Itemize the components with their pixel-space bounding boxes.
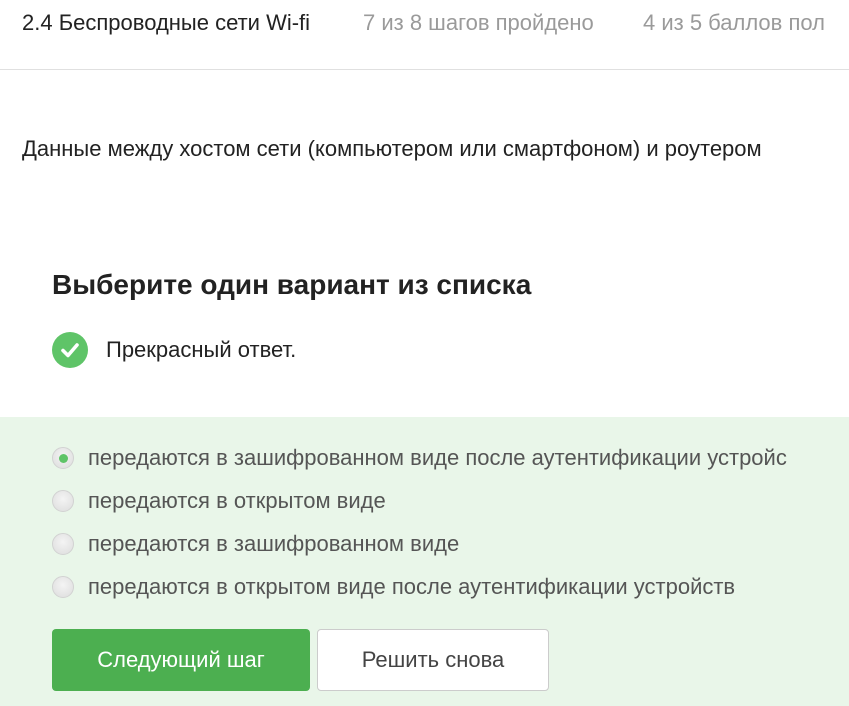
lesson-header: 2.4 Беспроводные сети Wi-fi 7 из 8 шагов… <box>0 0 849 70</box>
option-3[interactable]: передаются в зашифрованном виде <box>52 529 459 559</box>
radio-button-selected[interactable] <box>52 447 74 469</box>
option-label: передаются в открытом виде <box>88 488 386 513</box>
option-label: передаются в зашифрованном виде <box>88 531 460 556</box>
steps-progress: 7 из 8 шагов пройдено <box>363 10 594 35</box>
step-page: 2.4 Беспроводные сети Wi-fi 7 из 8 шагов… <box>0 0 849 706</box>
option-2[interactable]: передаются в открытом виде <box>52 486 386 516</box>
check-circle-icon <box>52 332 88 368</box>
answer-options: передаются в зашифрованном виде после ау… <box>0 417 849 706</box>
radio-dot <box>58 453 68 463</box>
question-text: Данные между хостом сети (компьютером ил… <box>22 136 762 161</box>
retry-button[interactable]: Решить снова <box>317 629 549 691</box>
option-4[interactable]: передаются в открытом виде после аутенти… <box>52 572 735 602</box>
quiz-heading: Выберите один вариант из списка <box>52 269 532 300</box>
radio-button[interactable] <box>52 576 74 598</box>
next-step-button[interactable]: Следующий шаг <box>52 629 310 691</box>
option-label: передаются в зашифрованном виде после ау… <box>88 445 787 470</box>
lesson-title[interactable]: 2.4 Беспроводные сети Wi-fi <box>22 10 310 36</box>
score-progress: 4 из 5 баллов пол <box>643 10 825 35</box>
option-label: передаются в открытом виде после аутенти… <box>88 574 736 599</box>
radio-button[interactable] <box>52 533 74 555</box>
feedback-message: Прекрасный ответ. <box>52 332 296 368</box>
feedback-text: Прекрасный ответ. <box>106 337 297 362</box>
option-1[interactable]: передаются в зашифрованном виде после ау… <box>52 443 787 473</box>
radio-button[interactable] <box>52 490 74 512</box>
